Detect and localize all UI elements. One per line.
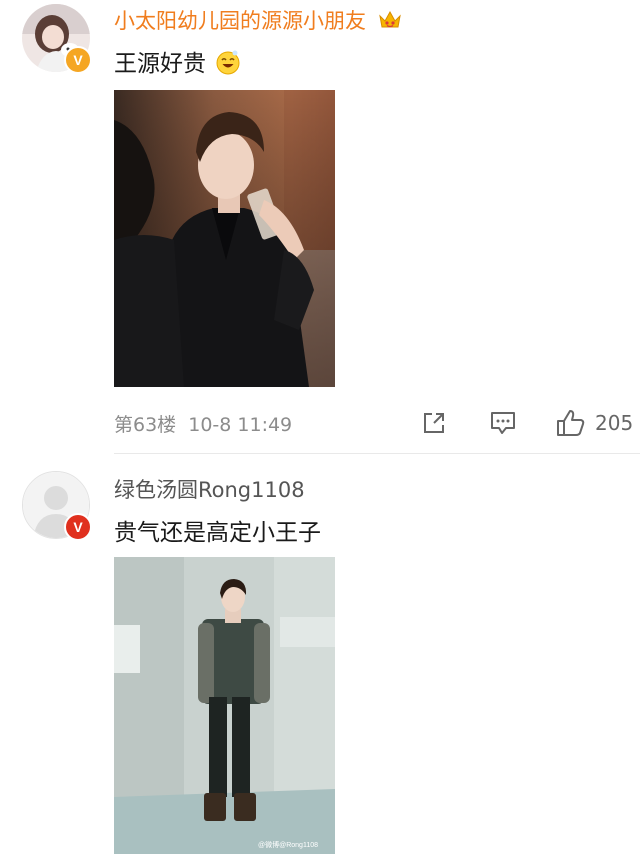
smiling-emoji-icon (215, 49, 241, 81)
reply-button[interactable] (488, 408, 518, 438)
comment-text: 贵气还是高定小王子 (114, 520, 321, 546)
username[interactable]: 绿色汤圆Rong1108 (114, 474, 305, 504)
share-button[interactable] (420, 408, 448, 438)
username[interactable]: 小太阳幼儿园的源源小朋友 (114, 5, 403, 37)
like-button[interactable]: 205 (555, 408, 633, 438)
share-icon (424, 413, 444, 433)
thumbs-up-icon (557, 410, 585, 436)
crown-emoji-icon (377, 8, 403, 37)
avatar[interactable]: V (22, 471, 92, 541)
timestamp: 10-8 11:49 (188, 414, 293, 436)
like-count: 205 (595, 411, 634, 435)
verified-badge-icon: V (64, 513, 92, 541)
avatar[interactable]: V (22, 4, 92, 74)
comment-meta: 第63楼 10-8 11:49 (114, 410, 292, 437)
comment-footer: 第63楼 10-8 11:49 205 (114, 408, 640, 438)
comment-photo[interactable] (114, 90, 335, 387)
photo-watermark: @微博@Rong1108 (258, 840, 318, 849)
comment-divider (114, 453, 640, 454)
floor-number: 第63楼 (114, 414, 177, 436)
comment-photo[interactable]: @微博@Rong1108 (114, 557, 335, 854)
comment-text: 王源好贵 (114, 44, 241, 81)
verified-badge-icon: V (64, 46, 92, 74)
comment-icon (491, 412, 515, 434)
